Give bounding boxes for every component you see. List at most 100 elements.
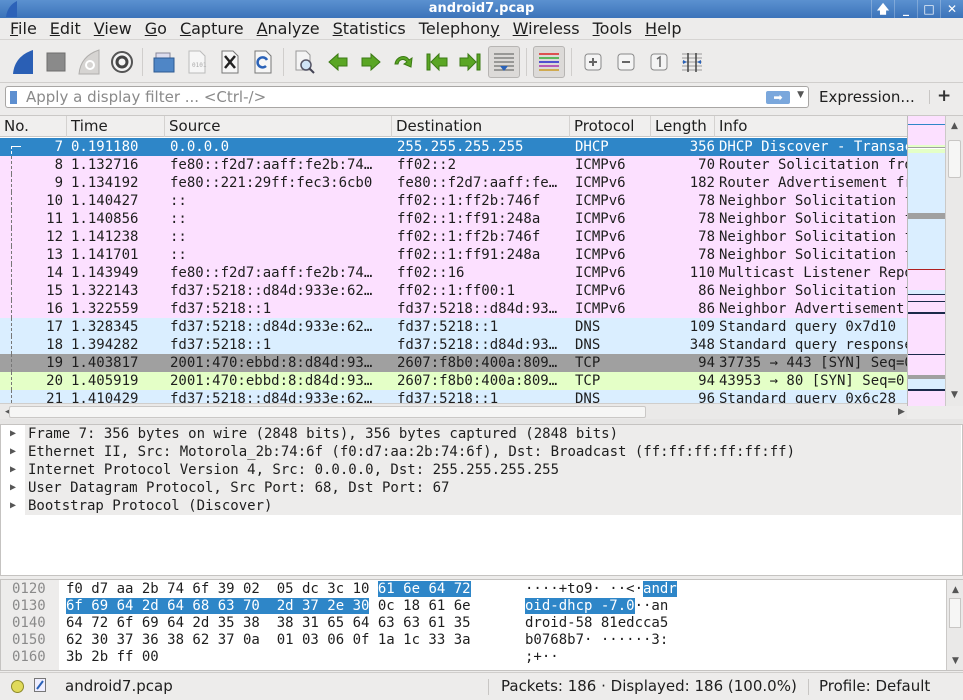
go-back-button[interactable] [321, 45, 354, 78]
column-header-time[interactable]: Time [67, 116, 165, 137]
start-capture-button[interactable] [6, 45, 39, 78]
expand-arrow-icon[interactable]: ▶ [10, 461, 16, 479]
window-up-button[interactable]: 🡅 [871, 0, 894, 18]
reload-file-button[interactable] [246, 45, 279, 78]
minimap-band [908, 391, 946, 406]
packet-row[interactable]: 10 1.140427:: ff02::1:ff2b:746f ICMPv6 78 Nei… [0, 192, 907, 210]
cell-no: 12 [46, 229, 63, 245]
vertical-scroll-thumb[interactable] [948, 140, 961, 178]
packet-row[interactable]: 15 1.322143 fd37:5218::d84d:933e:62… ff02::… [0, 282, 907, 300]
column-header-info[interactable]: Info [715, 116, 907, 137]
start-capture-icon [12, 49, 33, 74]
packet-row[interactable]: 20 1.405919 2001:470:ebbd:8:d84d:93… 2607:f… [0, 372, 907, 390]
save-file-button[interactable]: 0101 [180, 45, 213, 78]
packet-row[interactable]: 9 1.134192 fe80::221:29ff:fec3:6cb0 fe80::f… [0, 174, 907, 192]
menu-help[interactable]: Help [639, 18, 687, 40]
menu-view[interactable]: View [88, 18, 138, 40]
detail-tree-item[interactable]: ▶ Frame 7: 356 bytes on wire (2848 bits),… [1, 425, 961, 443]
autoscroll-button[interactable] [488, 45, 520, 78]
bytes-vertical-scrollbar[interactable]: ▲ ▼ [946, 580, 963, 670]
last-packet-button[interactable] [453, 45, 486, 78]
scroll-down-icon[interactable]: ▼ [946, 387, 963, 403]
packet-row[interactable]: 14 1.143949 fe80::f2d7:aaff:fe2b:74… ff02::… [0, 264, 907, 282]
capture-options-button[interactable] [105, 45, 138, 78]
column-header-no[interactable]: No. [0, 116, 67, 137]
zoom-in-button[interactable] [576, 45, 609, 78]
hex-row[interactable]: 0160 3b 2b ff 00 ;+·· [1, 649, 946, 666]
menu-go[interactable]: Go [139, 18, 173, 40]
column-header-length[interactable]: Length [651, 116, 715, 137]
packet-row[interactable]: 19 1.403817 2001:470:ebbd:8:d84d:93… 2607:f… [0, 354, 907, 372]
colorize-button[interactable] [533, 45, 565, 78]
menu-telephony[interactable]: Telephony [413, 18, 506, 40]
packet-list-horizontal-scrollbar[interactable]: ◀ ▶ [0, 403, 907, 420]
window-minimize-button[interactable]: _ [894, 0, 917, 18]
expert-info-indicator-icon[interactable] [11, 680, 24, 693]
zoom-out-button[interactable] [609, 45, 642, 78]
packet-row[interactable]: 17 1.328345 fd37:5218::d84d:933e:62… fd37:5… [0, 318, 907, 336]
expand-arrow-icon[interactable]: ▶ [10, 425, 16, 443]
scroll-down-icon[interactable]: ▼ [947, 653, 963, 669]
packet-minimap[interactable] [907, 116, 946, 406]
menu-capture[interactable]: Capture [174, 18, 250, 40]
display-filter-input[interactable]: Apply a display filter ... <Ctrl-/> ➡ ▼ [5, 86, 809, 108]
expand-arrow-icon[interactable]: ▶ [10, 479, 16, 497]
packet-row[interactable]: 12 1.141238:: ff02::1:ff2b:746f ICMPv6 78 Nei… [0, 228, 907, 246]
packet-row[interactable]: 18 1.394282 fd37:5218::1 fd37:5218::d84d:93… [0, 336, 907, 354]
apply-filter-arrow-icon[interactable]: ➡ [766, 91, 790, 104]
hex-row[interactable]: 0140 64 72 6f 69 64 2d 35 38 38 31 65 64 … [1, 615, 946, 632]
menu-wireless[interactable]: Wireless [507, 18, 586, 40]
detail-tree-item[interactable]: ▶ User Datagram Protocol, Src Port: 68, D… [1, 479, 961, 497]
close-file-button[interactable] [213, 45, 246, 78]
window-maximize-button[interactable]: □ [917, 0, 940, 18]
filter-history-dropdown-icon[interactable]: ▼ [797, 90, 804, 100]
window-close-button[interactable]: ✕ [940, 0, 963, 18]
horizontal-scroll-thumb[interactable] [9, 406, 646, 418]
cell-src: fe80::f2d7:aaff:fe2b:74… [170, 265, 373, 281]
hex-row[interactable]: 0120 f0 d7 aa 2b 74 6f 39 02 05 dc 3c 10 … [1, 581, 946, 598]
open-file-button[interactable] [147, 45, 180, 78]
expression-button[interactable]: Expression... [819, 87, 915, 107]
detail-tree-item[interactable]: ▶ Ethernet II, Src: Motorola_2b:74:6f (f0… [1, 443, 961, 461]
first-packet-button[interactable] [420, 45, 453, 78]
hex-bytes-highlighted: 61 6e 64 72 [377, 581, 471, 597]
normal-size-button[interactable] [642, 45, 675, 78]
vertical-scroll-thumb[interactable] [949, 598, 961, 628]
capture-comment-icon[interactable] [34, 678, 46, 692]
menu-tools[interactable]: Tools [587, 18, 638, 40]
go-forward-button[interactable] [354, 45, 387, 78]
column-header-protocol[interactable]: Protocol [570, 116, 651, 137]
column-header-destination[interactable]: Destination [392, 116, 570, 137]
save-file-icon: 0101 [188, 50, 206, 73]
status-profile[interactable]: Profile: Default [819, 673, 930, 699]
hex-row[interactable]: 0150 62 30 37 36 38 62 37 0a 01 03 06 0f … [1, 632, 946, 649]
column-header-source[interactable]: Source [165, 116, 392, 137]
expand-arrow-icon[interactable]: ▶ [10, 443, 16, 461]
resize-columns-button[interactable] [675, 45, 708, 78]
packet-row[interactable]: 16 1.322559 fd37:5218::1 fd37:5218::d84d:93… [0, 300, 907, 318]
stop-capture-button[interactable] [39, 45, 72, 78]
packet-row[interactable]: 11 1.140856:: ff02::1:ff91:248a ICMPv6 78 Nei… [0, 210, 907, 228]
restart-capture-button[interactable] [72, 45, 105, 78]
add-filter-button[interactable]: + [937, 86, 951, 106]
packet-row-selected[interactable]: 7 0.191180 0.0.0.0 255.255.255.255 DHCP 356 DH… [0, 138, 907, 156]
menu-edit[interactable]: Edit [44, 18, 87, 40]
cell-len: 109 [689, 319, 715, 335]
menu-statistics[interactable]: Statistics [327, 18, 412, 40]
packet-list-vertical-scrollbar[interactable]: ▲ ▼ [945, 116, 963, 406]
scroll-up-icon[interactable]: ▲ [947, 582, 963, 598]
scroll-right-icon[interactable]: ▶ [893, 404, 910, 420]
bookmark-icon[interactable] [10, 91, 17, 104]
packet-row[interactable]: 13 1.141701:: ff02::1:ff91:248a ICMPv6 78 Nei… [0, 246, 907, 264]
scroll-up-icon[interactable]: ▲ [946, 118, 963, 134]
packet-row[interactable]: 8 1.132716 fe80::f2d7:aaff:fe2b:74… ff02::2… [0, 156, 907, 174]
go-to-packet-button[interactable] [387, 45, 420, 78]
detail-tree-item[interactable]: ▶ Bootstrap Protocol (Discover) [1, 497, 961, 515]
hex-row[interactable]: 0130 6f 69 64 2d 64 68 63 70 2d 37 2e 30 … [1, 598, 946, 615]
cell-src: fd37:5218::1 [170, 301, 272, 317]
menu-file[interactable]: File [4, 18, 43, 40]
menu-analyze[interactable]: Analyze [251, 18, 326, 40]
detail-tree-item[interactable]: ▶ Internet Protocol Version 4, Src: 0.0.0… [1, 461, 961, 479]
expand-arrow-icon[interactable]: ▶ [10, 497, 16, 515]
find-packet-button[interactable] [288, 45, 321, 78]
